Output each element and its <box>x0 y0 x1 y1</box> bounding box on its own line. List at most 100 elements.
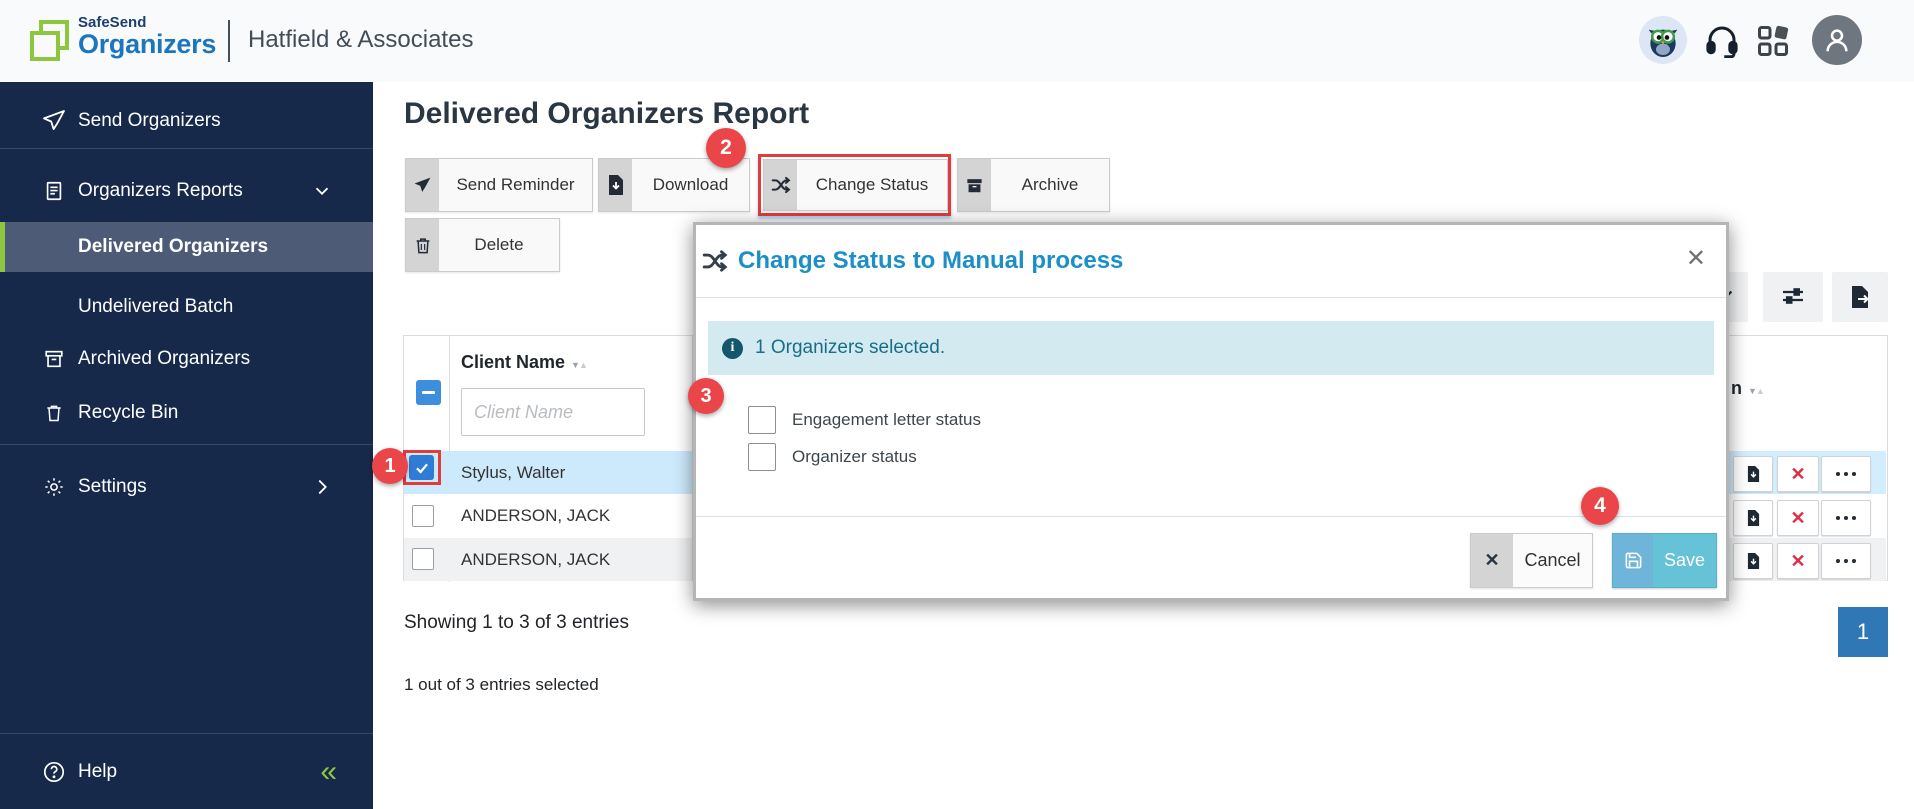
option-organizer-status: Organizer status <box>748 443 917 471</box>
client-name-cell: ANDERSON, JACK <box>461 549 611 569</box>
file-download-icon <box>1747 510 1759 526</box>
select-all-checkbox[interactable] <box>416 380 441 405</box>
option-label: Engagement letter status <box>792 410 982 429</box>
info-banner: i 1 Organizers selected. <box>708 321 1714 375</box>
row-checkbox[interactable] <box>412 548 434 570</box>
header-divider <box>228 20 230 62</box>
cancel-button[interactable]: ✕ Cancel <box>1470 533 1593 588</box>
brand-text[interactable]: SafeSend Organizers <box>78 15 216 58</box>
sidebar-item-recycle-bin[interactable]: Recycle Bin <box>0 388 373 438</box>
assistant-owl-avatar[interactable] <box>1639 16 1687 64</box>
column-filter-button[interactable] <box>1763 272 1823 322</box>
x-icon: ✕ <box>1471 534 1513 587</box>
user-avatar-button[interactable] <box>1812 15 1862 65</box>
sidebar-item-settings[interactable]: Settings <box>0 462 373 512</box>
sidebar-item-label: Organizers Reports <box>78 180 243 201</box>
sidebar-item-label: Recycle Bin <box>78 402 179 423</box>
archive-box-icon <box>958 159 991 211</box>
apps-grid-button[interactable] <box>1755 23 1791 64</box>
step-badge-4: 4 <box>1581 487 1619 525</box>
sidebar-item-delivered-organizers[interactable]: Delivered Organizers <box>0 222 373 272</box>
client-name-cell: Stylus, Walter <box>461 462 566 482</box>
info-icon: i <box>722 337 743 359</box>
row-checkbox-checked[interactable] <box>409 455 434 480</box>
person-icon <box>1826 29 1848 52</box>
paper-plane-icon <box>42 109 66 133</box>
organizers-table: Client Name ▼▲ Stylus, Walter ANDERSON, J… <box>403 335 693 582</box>
shuffle-icon <box>702 250 728 272</box>
delete-row-button[interactable]: ✕ <box>1777 456 1819 492</box>
active-indicator <box>0 222 5 272</box>
download-row-button[interactable] <box>1733 543 1773 579</box>
callout-outline-change-status <box>758 154 951 216</box>
sidebar-item-label: Settings <box>78 476 147 497</box>
top-header: SafeSend Organizers Hatfield & Associate… <box>0 0 1914 82</box>
sidebar-nav: Send Organizers Organizers Reports Deliv… <box>0 82 373 809</box>
apps-grid-icon <box>1758 25 1789 56</box>
sidebar-item-label: Delivered Organizers <box>78 236 269 257</box>
export-button[interactable] <box>1832 272 1888 322</box>
collapse-sidebar-icon[interactable]: « <box>320 757 337 787</box>
modal-title: Change Status to Manual process <box>738 247 1124 274</box>
download-row-button[interactable] <box>1733 500 1773 536</box>
indeterminate-mark <box>422 391 435 394</box>
x-icon: ✕ <box>1790 507 1806 528</box>
organizer-status-checkbox[interactable] <box>748 443 776 471</box>
send-reminder-button[interactable]: Send Reminder <box>405 158 593 212</box>
sliders-icon <box>1783 288 1803 304</box>
file-download-icon <box>599 159 632 211</box>
client-name-filter-input[interactable] <box>461 388 645 436</box>
trash-icon <box>42 401 66 425</box>
sort-arrows-icon: ▼▲ <box>1748 386 1765 396</box>
button-label: Delete <box>474 235 524 254</box>
delete-row-button[interactable]: ✕ <box>1777 543 1819 579</box>
save-button[interactable]: Save <box>1612 533 1717 588</box>
more-actions-button[interactable] <box>1821 456 1871 492</box>
more-actions-button[interactable] <box>1821 500 1871 536</box>
column-header-client-name[interactable]: Client Name ▼▲ <box>461 352 588 373</box>
paper-plane-icon <box>406 159 439 211</box>
sidebar-item-label: Archived Organizers <box>78 348 251 369</box>
sidebar-item-undelivered-batch[interactable]: Undelivered Batch <box>0 282 373 332</box>
table-row[interactable]: ANDERSON, JACK <box>404 494 692 538</box>
table-row[interactable]: Stylus, Walter <box>404 451 692 494</box>
brand-organizers: Organizers <box>78 29 217 59</box>
delete-button[interactable]: Delete <box>405 218 560 272</box>
save-floppy-icon <box>1613 534 1653 587</box>
file-export-icon <box>1852 286 1869 308</box>
info-text: 1 Organizers selected. <box>755 337 946 358</box>
sidebar-item-send-organizers[interactable]: Send Organizers <box>0 96 373 146</box>
ellipsis-icon <box>1836 516 1856 520</box>
firm-name: Hatfield & Associates <box>248 26 474 53</box>
x-icon: ✕ <box>1790 550 1806 571</box>
archive-button[interactable]: Archive <box>957 158 1110 212</box>
row-checkbox[interactable] <box>412 505 434 527</box>
close-icon[interactable]: ✕ <box>1686 247 1706 271</box>
button-label: Cancel <box>1524 550 1581 570</box>
file-download-icon <box>1747 553 1759 569</box>
table-row[interactable]: ANDERSON, JACK <box>404 538 692 581</box>
sidebar-item-archived-organizers[interactable]: Archived Organizers <box>0 334 373 384</box>
more-actions-button[interactable] <box>1821 543 1871 579</box>
chevron-down-icon <box>311 180 333 202</box>
sidebar-item-help[interactable]: Help « <box>0 747 373 797</box>
step-badge-1: 1 <box>372 448 408 484</box>
sidebar-divider <box>0 733 373 734</box>
ellipsis-icon <box>1836 559 1856 563</box>
sort-arrows-icon[interactable]: ▼▲ <box>571 360 588 370</box>
download-row-button[interactable] <box>1733 456 1773 492</box>
button-label: Send Reminder <box>456 175 575 194</box>
step-badge-3: 3 <box>688 378 724 414</box>
pagination-page-1[interactable]: 1 <box>1838 607 1888 657</box>
engagement-letter-checkbox[interactable] <box>748 406 776 434</box>
support-headset-button[interactable] <box>1704 22 1740 63</box>
delete-row-button[interactable]: ✕ <box>1777 500 1819 536</box>
modal-header-divider <box>696 297 1726 298</box>
sidebar-item-organizers-reports[interactable]: Organizers Reports <box>0 166 373 216</box>
actions-table-fragment: n ▼▲ ✕ ✕ ✕ <box>1729 335 1888 581</box>
button-label: Archive <box>1021 175 1079 194</box>
column-header-label: Client Name <box>461 352 566 372</box>
trash-icon <box>406 219 439 271</box>
option-engagement-letter-status: Engagement letter status <box>748 406 981 434</box>
button-label: Save <box>1653 534 1716 587</box>
